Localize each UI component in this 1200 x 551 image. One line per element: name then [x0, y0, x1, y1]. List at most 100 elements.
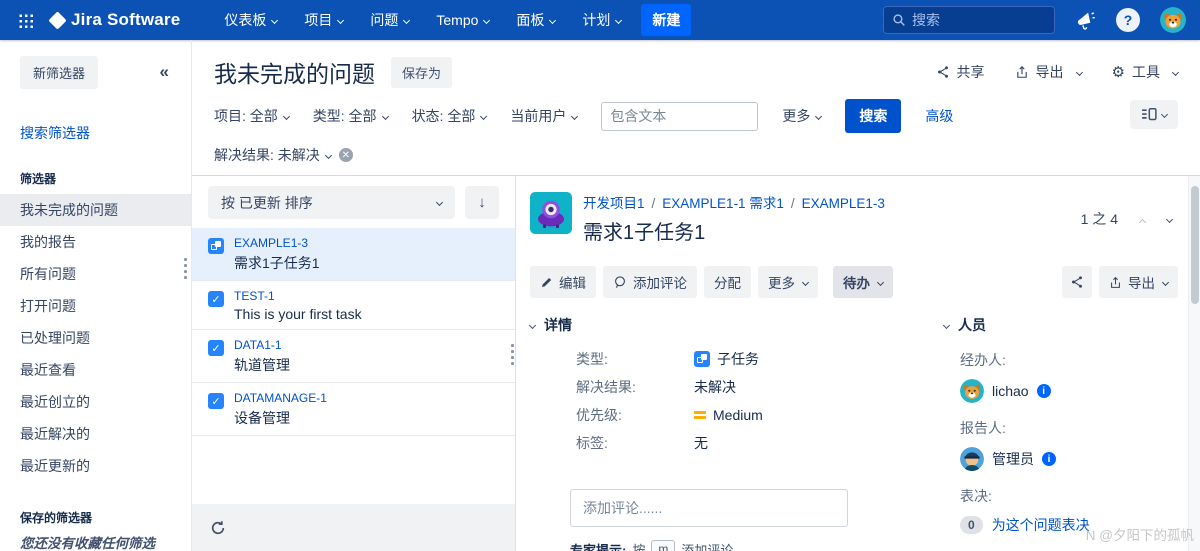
next-issue-icon[interactable]: [1165, 211, 1174, 227]
field-priority-label: 优先级:: [576, 407, 622, 423]
app-switcher-icon[interactable]: [18, 12, 33, 28]
filter-resolution[interactable]: 解决结果: 未解决: [214, 145, 332, 165]
reporter-user[interactable]: 管理员 i: [960, 447, 1178, 471]
reporter-avatar: [960, 447, 984, 471]
vertical-scrollbar[interactable]: [1188, 176, 1200, 551]
vote-link[interactable]: 为这个问题表决: [992, 515, 1090, 535]
gear-icon: ⚙: [1111, 63, 1125, 81]
chevron-down-icon: [435, 198, 444, 207]
issue-toolbar: 编辑 添加评论 分配 更多 待办 导出: [530, 266, 1178, 298]
chevron-down-icon: [1160, 110, 1168, 119]
chevron-down-icon: [876, 278, 885, 286]
previous-issue-icon[interactable]: [1138, 211, 1147, 227]
comment-icon: [615, 276, 625, 288]
new-filter-button[interactable]: 新筛选器: [20, 56, 99, 89]
sidebar-item-done-issues[interactable]: 已处理问题: [0, 322, 191, 354]
sidebar-item-all-issues[interactable]: 所有问题: [0, 258, 191, 290]
list-resize-handle[interactable]: [511, 344, 514, 365]
add-comment-input[interactable]: 添加评论......: [570, 489, 848, 527]
sidebar-item-reported-by-me[interactable]: 我的报告: [0, 226, 191, 258]
chevron-down-icon: [403, 16, 411, 24]
sidebar-item-viewed-recently[interactable]: 最近查看: [0, 354, 191, 386]
saved-filters-empty-text: 您还没有收藏任何筛选器。: [20, 536, 155, 551]
collapse-sidebar-icon[interactable]: «: [160, 62, 169, 82]
jira-logo-text: Jira Software: [71, 10, 181, 29]
filter-more[interactable]: 更多: [782, 106, 823, 126]
people-section: 人员 经办人: lichao i 报告人: 管理员 i 表决: 0 为这个问题表…: [940, 315, 1178, 551]
issue-row[interactable]: EXAMPLE1-3 需求1子任务1: [192, 228, 515, 281]
issue-header: 开发项目1/EXAMPLE1-1 需求1/EXAMPLE1-3 需求1子任务1 …: [530, 192, 1178, 245]
sidebar-item-resolved-recently[interactable]: 最近解决的: [0, 418, 191, 450]
issue-row[interactable]: ✓ TEST-1 This is your first task: [192, 281, 515, 330]
status-dropdown[interactable]: 待办: [833, 266, 893, 298]
reporter-label: 报告人:: [960, 420, 1006, 436]
people-section-header[interactable]: 人员: [942, 315, 1178, 335]
sort-direction-button[interactable]: ↓: [465, 186, 499, 219]
navbar-search[interactable]: [883, 6, 1055, 34]
search-button[interactable]: 搜索: [845, 99, 902, 133]
more-button[interactable]: 更多: [758, 266, 818, 298]
add-comment-button[interactable]: 添加评论: [603, 266, 697, 298]
jira-app-window: Jira Software 仪表板 项目 问题 Tempo 面板 计划 新建 ?…: [0, 0, 1200, 551]
assignee-label: 经办人:: [960, 352, 1006, 368]
breadcrumb-parent-link[interactable]: EXAMPLE1-1 需求1: [662, 196, 784, 211]
nav-menu-tempo[interactable]: Tempo: [436, 10, 491, 30]
assign-button[interactable]: 分配: [704, 266, 751, 298]
advanced-link[interactable]: 高级: [925, 106, 953, 126]
reporter-name: 管理员: [992, 451, 1034, 467]
filter-project[interactable]: 项目: 全部: [214, 106, 290, 126]
info-icon[interactable]: i: [1042, 452, 1056, 466]
breadcrumb-issue-link[interactable]: EXAMPLE1-3: [802, 196, 885, 211]
filter-type[interactable]: 类型: 全部: [313, 106, 389, 126]
jira-logo[interactable]: Jira Software: [48, 10, 181, 30]
navbar-search-input[interactable]: [912, 12, 1032, 28]
field-labels-value: 无: [694, 435, 708, 451]
chevron-down-icon: [483, 16, 491, 24]
issue-row[interactable]: ✓ DATA1-1 轨道管理: [192, 330, 515, 383]
scrollbar-thumb[interactable]: [1191, 186, 1199, 304]
top-navbar: Jira Software 仪表板 项目 问题 Tempo 面板 计划 新建 ?: [0, 0, 1200, 40]
contains-text-input[interactable]: [601, 101, 759, 131]
nav-menu-issues[interactable]: 问题: [370, 10, 411, 30]
announcement-icon[interactable]: [1075, 10, 1096, 31]
filter-current-user[interactable]: 当前用户: [510, 106, 579, 126]
nav-menu-boards[interactable]: 面板: [516, 10, 557, 30]
filter-status[interactable]: 状态: 全部: [412, 106, 488, 126]
issue-list-panel: 按 已更新 排序 ↓ EXAMPLE1-3 需求1子任务1 ✓ TEST-1 Thi…: [192, 176, 516, 551]
create-button[interactable]: 新建: [641, 4, 692, 36]
info-icon[interactable]: i: [1036, 384, 1051, 398]
search-icon: [893, 14, 905, 26]
nav-menu-projects[interactable]: 项目: [304, 10, 345, 30]
assignee-user[interactable]: lichao i: [960, 379, 1178, 403]
export-button[interactable]: 导出: [1015, 62, 1083, 82]
sidebar-item-created-recently[interactable]: 最近创立的: [0, 386, 191, 418]
sidebar-item-updated-recently[interactable]: 最近更新的: [0, 450, 191, 482]
edit-button[interactable]: 编辑: [530, 266, 596, 298]
nav-menu-plans[interactable]: 计划: [582, 10, 623, 30]
breadcrumb-project-link[interactable]: 开发项目1: [583, 196, 645, 211]
keyboard-key-m: m: [651, 540, 676, 551]
search-filters-link[interactable]: 搜索筛选器: [20, 123, 191, 143]
remove-filter-icon[interactable]: ✕: [338, 148, 353, 162]
export-issue-button[interactable]: 导出: [1099, 266, 1178, 298]
sidebar-resize-handle[interactable]: [184, 258, 187, 279]
user-avatar[interactable]: [1160, 7, 1186, 33]
save-as-button[interactable]: 保存为: [391, 56, 453, 88]
sidebar-item-open-issues[interactable]: 打开问题: [0, 290, 191, 322]
chevron-down-icon: [528, 321, 537, 329]
issue-row[interactable]: ✓ DATAMANAGE-1 设备管理: [192, 383, 515, 436]
issue-title: 需求1子任务1: [583, 222, 706, 244]
jira-logo-icon: [48, 10, 67, 30]
view-switcher-button[interactable]: [1130, 100, 1178, 129]
share-issue-button[interactable]: [1062, 266, 1092, 298]
help-icon[interactable]: ?: [1116, 8, 1140, 32]
tools-button[interactable]: ⚙ 工具: [1111, 62, 1180, 82]
project-avatar-icon: [530, 192, 572, 234]
sort-dropdown[interactable]: 按 已更新 排序: [208, 186, 455, 219]
issue-navigator: 按 已更新 排序 ↓ EXAMPLE1-3 需求1子任务1 ✓ TEST-1 Thi…: [192, 176, 1200, 551]
sidebar-item-my-open-issues[interactable]: 我未完成的问题: [0, 194, 191, 226]
nav-menu-dashboards[interactable]: 仪表板: [224, 10, 279, 30]
details-section-header[interactable]: 详情: [528, 315, 940, 335]
refresh-icon[interactable]: [210, 520, 226, 536]
share-button[interactable]: 共享: [936, 62, 985, 82]
